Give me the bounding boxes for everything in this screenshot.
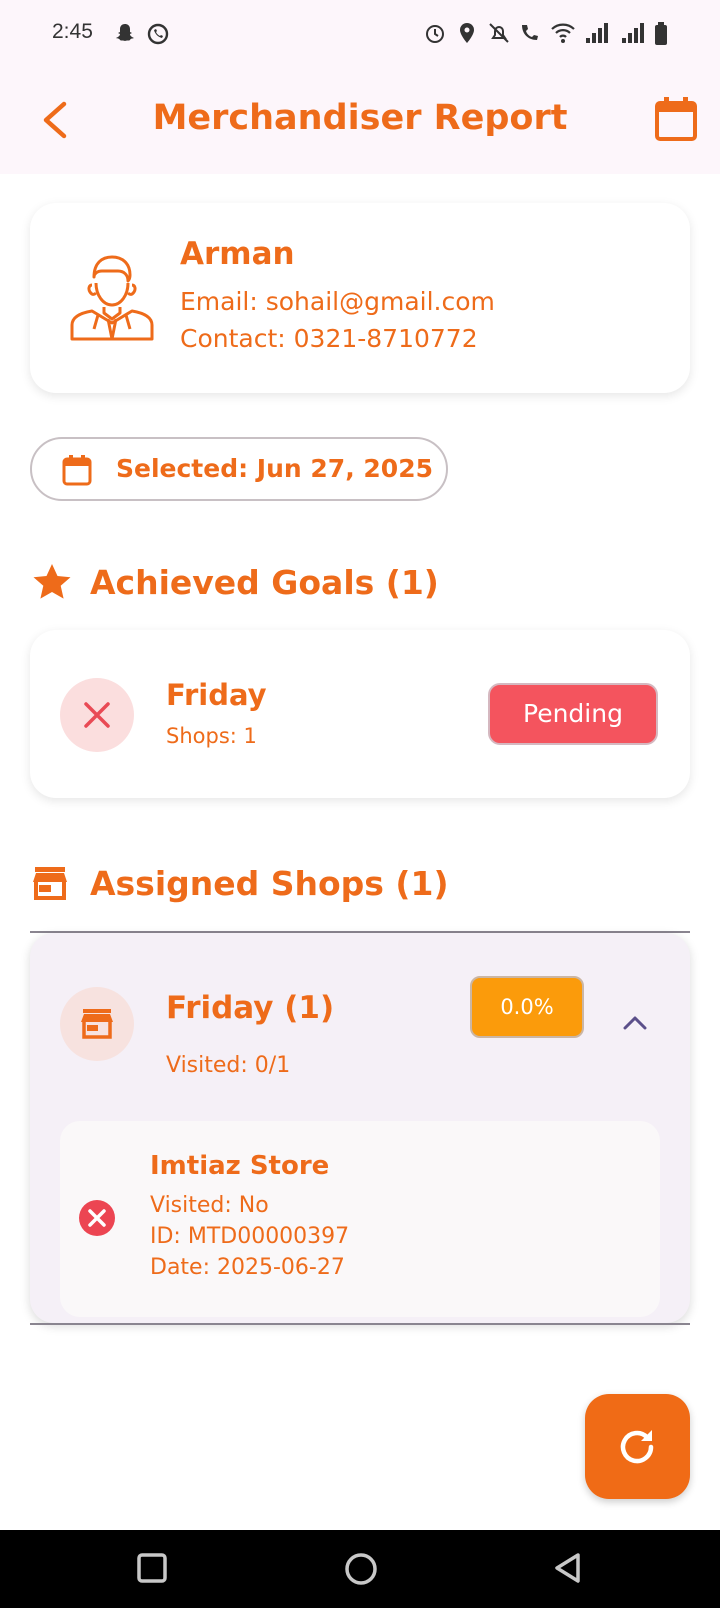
- system-navigation-bar: [0, 1530, 720, 1608]
- alarm-icon: [426, 25, 444, 43]
- goal-status-circle: [60, 678, 134, 752]
- location-icon: [460, 23, 474, 43]
- refresh-icon: [620, 1430, 654, 1464]
- store-visited: Visited: No: [150, 1193, 269, 1218]
- chevron-up-icon[interactable]: [622, 1013, 648, 1031]
- calendar-icon: [62, 455, 92, 486]
- snapchat-icon: [116, 24, 134, 41]
- store-list-item[interactable]: Imtiaz Store Visited: No ID: MTD00000397…: [60, 1121, 660, 1317]
- goal-card[interactable]: Friday Shops: 1 Pending: [30, 630, 690, 798]
- back-nav-icon[interactable]: [552, 1552, 584, 1584]
- shop-group-panel[interactable]: Friday (1) Visited: 0/1 0.0% Imtiaz Stor…: [30, 933, 690, 1323]
- notifications-off-icon: [489, 23, 509, 43]
- status-bar: 2:45: [0, 0, 720, 70]
- shop-group-title: Friday (1): [166, 990, 335, 1026]
- shop-group-visited: Visited: 0/1: [166, 1053, 291, 1078]
- store-icon: [33, 867, 67, 900]
- wifi-icon: [551, 23, 575, 43]
- divider-bottom: [30, 1323, 690, 1325]
- close-icon: [84, 702, 110, 728]
- refresh-button[interactable]: [585, 1394, 690, 1499]
- percent-badge: 0.0%: [470, 976, 584, 1038]
- goal-shops-count: Shops: 1: [166, 724, 257, 748]
- recents-icon[interactable]: [136, 1552, 168, 1584]
- profile-email: Email: sohail@gmail.com: [180, 287, 495, 316]
- assigned-shops-title: Assigned Shops (1): [90, 864, 449, 903]
- signal-icon: [586, 23, 608, 43]
- store-avatar: [60, 987, 134, 1061]
- profile-contact: Contact: 0321-8710772: [180, 324, 478, 353]
- whatsapp-icon: [147, 23, 169, 45]
- store-date: Date: 2025-06-27: [150, 1255, 345, 1280]
- home-icon[interactable]: [344, 1552, 378, 1586]
- profile-name: Arman: [180, 236, 295, 272]
- person-avatar-icon: [70, 255, 154, 341]
- store-name: Imtiaz Store: [150, 1151, 330, 1181]
- date-selector-chip[interactable]: Selected: Jun 27, 2025: [30, 437, 448, 501]
- selected-date-label: Selected: Jun 27, 2025: [116, 454, 433, 483]
- battery-icon: [655, 22, 667, 45]
- calendar-button[interactable]: [654, 96, 698, 142]
- goal-title: Friday: [166, 678, 267, 712]
- wifi-call-icon: [522, 25, 538, 40]
- pending-status-button[interactable]: Pending: [488, 683, 658, 745]
- signal-icon-2: [622, 23, 644, 43]
- error-circle-icon: [79, 1200, 115, 1236]
- app-bar: Merchandiser Report: [0, 70, 720, 174]
- store-icon: [81, 1009, 113, 1039]
- status-time: 2:45: [52, 20, 93, 43]
- page-title: Merchandiser Report: [152, 98, 568, 138]
- star-icon: [33, 564, 71, 599]
- achieved-goals-title: Achieved Goals (1): [90, 563, 439, 602]
- profile-card: Arman Email: sohail@gmail.com Contact: 0…: [30, 203, 690, 393]
- store-id: ID: MTD00000397: [150, 1224, 350, 1249]
